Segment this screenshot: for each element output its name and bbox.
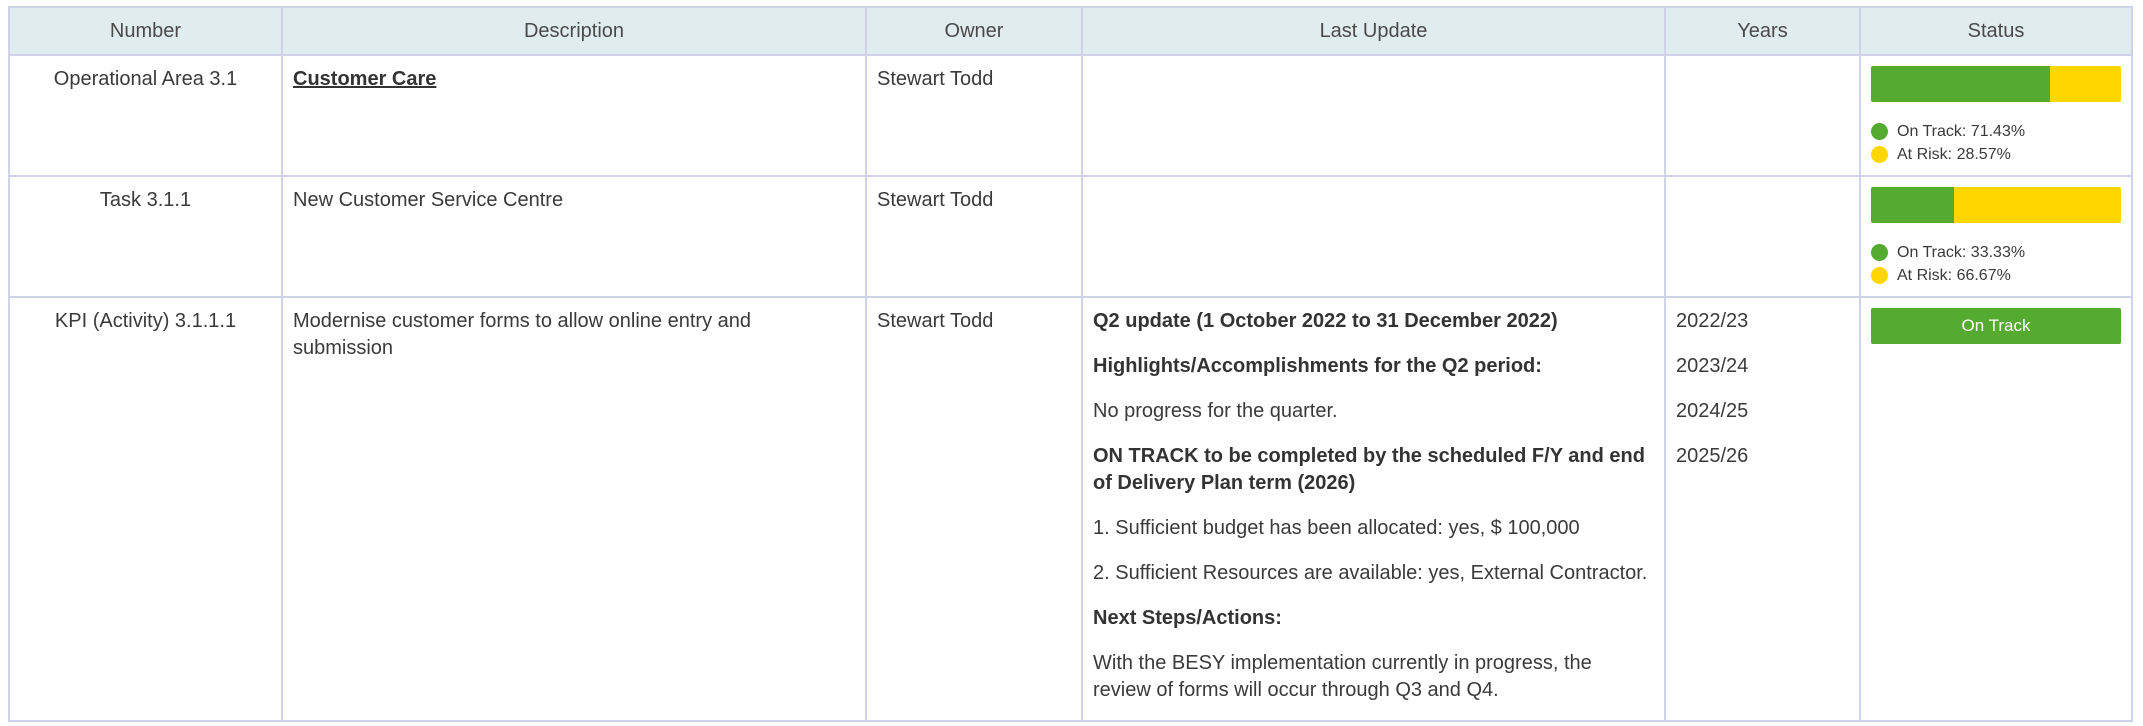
on-track-label: On Track: 33.33% [1897, 244, 2026, 261]
at-risk-dot-icon [1871, 146, 1888, 163]
year-item: 2024/25 [1676, 400, 1749, 422]
update-progress-text: No progress for the quarter. [1093, 400, 1338, 422]
year-item: 2023/24 [1676, 355, 1749, 377]
row-3-number: KPI (Activity) 3.1.1.1 [10, 298, 283, 722]
row-1-status: On Track: 71.43% At Risk: 28.57% [1861, 56, 2133, 177]
customer-care-link[interactable]: Customer Care [293, 68, 436, 90]
on-track-status-badge: On Track [1871, 308, 2121, 344]
update-budget-text: 1. Sufficient budget has been allocated:… [1093, 517, 1580, 539]
year-item: 2022/23 [1676, 310, 1749, 332]
on-track-segment [1871, 66, 2050, 102]
row-2-status: On Track: 33.33% At Risk: 66.67% [1861, 177, 2133, 298]
on-track-dot-icon [1871, 244, 1888, 261]
row-2-owner: Stewart Todd [867, 177, 1083, 298]
status-progress-bar [1871, 187, 2121, 223]
year-item: 2025/26 [1676, 445, 1749, 467]
update-highlights-heading: Highlights/Accomplishments for the Q2 pe… [1093, 355, 1542, 377]
at-risk-label: At Risk: 28.57% [1897, 146, 2011, 163]
row-3-description: Modernise customer forms to allow online… [283, 298, 867, 722]
at-risk-label: At Risk: 66.67% [1897, 267, 2011, 284]
row-2-number: Task 3.1.1 [10, 177, 283, 298]
row-3-last-update: Q2 update (1 October 2022 to 31 December… [1083, 298, 1666, 722]
row-2-years [1666, 177, 1861, 298]
row-1-last-update [1083, 56, 1666, 177]
on-track-dot-icon [1871, 123, 1888, 140]
header-description: Description [283, 8, 867, 56]
row-3-owner: Stewart Todd [867, 298, 1083, 722]
row-2-description: New Customer Service Centre [283, 177, 867, 298]
header-years: Years [1666, 8, 1861, 56]
header-status: Status [1861, 8, 2133, 56]
header-number: Number [10, 8, 283, 56]
update-on-track-text: ON TRACK to be completed by the schedule… [1093, 445, 1645, 494]
update-next-steps-heading: Next Steps/Actions: [1093, 607, 1282, 629]
status-progress-bar [1871, 66, 2121, 102]
at-risk-segment [2049, 66, 2121, 102]
header-last-update: Last Update [1083, 8, 1666, 56]
on-track-label: On Track: 71.43% [1897, 123, 2026, 140]
at-risk-dot-icon [1871, 267, 1888, 284]
row-1-description-cell: Customer Care [283, 56, 867, 177]
row-1-years [1666, 56, 1861, 177]
row-3-status: On Track [1861, 298, 2133, 722]
status-legend: On Track: 71.43% At Risk: 28.57% [1871, 120, 2121, 166]
on-track-segment [1871, 187, 1955, 223]
header-owner: Owner [867, 8, 1083, 56]
row-1-number: Operational Area 3.1 [10, 56, 283, 177]
update-heading: Q2 update (1 October 2022 to 31 December… [1093, 310, 1558, 332]
at-risk-segment [1954, 187, 2121, 223]
kpi-table: Number Description Owner Last Update Yea… [8, 6, 2133, 722]
update-next-steps-text: With the BESY implementation currently i… [1093, 652, 1592, 701]
status-legend: On Track: 33.33% At Risk: 66.67% [1871, 241, 2121, 287]
row-3-years: 2022/23 2023/24 2024/25 2025/26 [1666, 298, 1861, 722]
row-1-owner: Stewart Todd [867, 56, 1083, 177]
row-2-last-update [1083, 177, 1666, 298]
update-resources-text: 2. Sufficient Resources are available: y… [1093, 562, 1648, 584]
